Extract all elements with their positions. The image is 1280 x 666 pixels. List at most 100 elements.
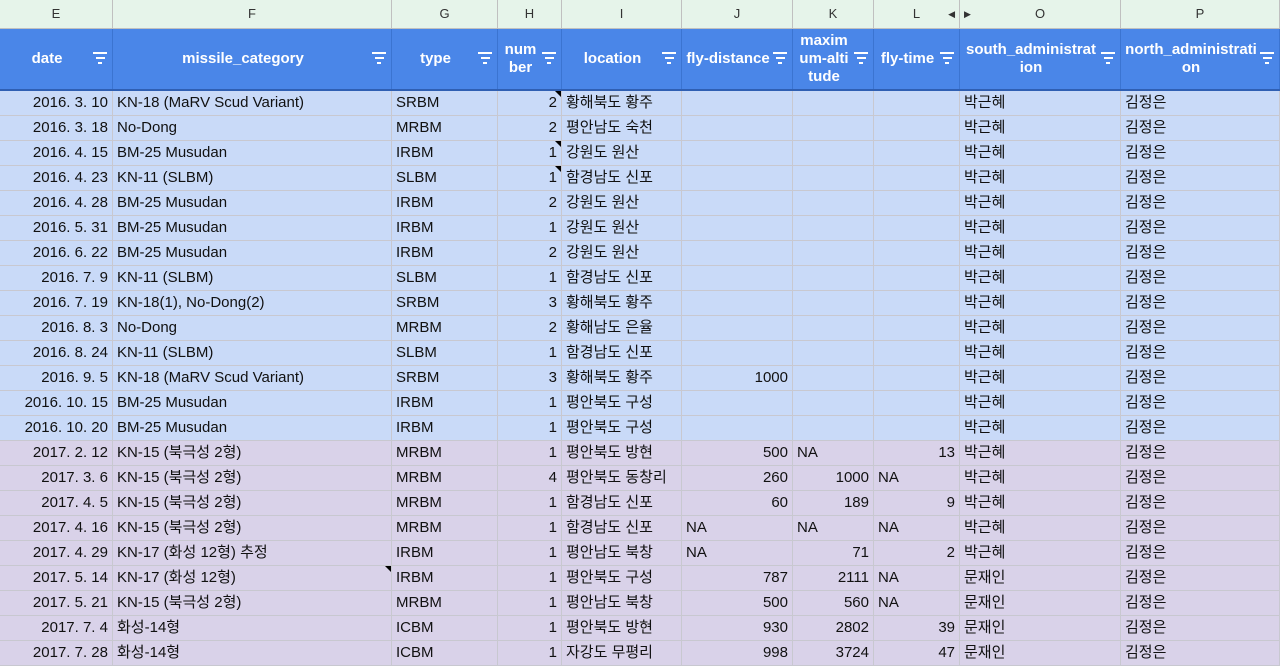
fly-time-cell[interactable]: [874, 391, 960, 415]
location-cell[interactable]: 강원도 원산: [562, 241, 682, 265]
north-administration-cell[interactable]: 김정은: [1121, 141, 1280, 165]
type-cell[interactable]: IRBM: [392, 566, 498, 590]
fly-time-cell[interactable]: [874, 91, 960, 115]
fly-time-cell[interactable]: [874, 291, 960, 315]
fly-time-cell[interactable]: 13: [874, 441, 960, 465]
missile-category-cell[interactable]: BM-25 Musudan: [113, 216, 392, 240]
number-cell[interactable]: 1: [498, 616, 562, 640]
north-administration-cell[interactable]: 김정은: [1121, 116, 1280, 140]
filter-icon[interactable]: [1101, 52, 1115, 64]
north-administration-cell[interactable]: 김정은: [1121, 166, 1280, 190]
location-cell[interactable]: 평안북도 방현: [562, 441, 682, 465]
south-administration-cell[interactable]: 박근혜: [960, 391, 1121, 415]
type-cell[interactable]: SLBM: [392, 166, 498, 190]
north-administration-cell[interactable]: 김정은: [1121, 341, 1280, 365]
fly-distance-cell[interactable]: [682, 266, 793, 290]
maximum-altitude-cell[interactable]: 71: [793, 541, 874, 565]
type-cell[interactable]: MRBM: [392, 441, 498, 465]
type-cell[interactable]: MRBM: [392, 516, 498, 540]
fly-time-cell[interactable]: [874, 191, 960, 215]
date-cell[interactable]: 2016. 10. 20: [0, 416, 113, 440]
fly-distance-cell[interactable]: [682, 316, 793, 340]
number-cell[interactable]: 2: [498, 191, 562, 215]
missile-category-cell[interactable]: 화성-14형: [113, 616, 392, 640]
fly-time-cell[interactable]: [874, 316, 960, 340]
number-cell[interactable]: 1: [498, 341, 562, 365]
header-south-administration[interactable]: south_administration: [960, 29, 1121, 89]
south-administration-cell[interactable]: 박근혜: [960, 116, 1121, 140]
location-cell[interactable]: 평안북도 방현: [562, 616, 682, 640]
date-cell[interactable]: 2016. 4. 28: [0, 191, 113, 215]
header-number[interactable]: number: [498, 29, 562, 89]
number-cell[interactable]: 1: [498, 391, 562, 415]
date-cell[interactable]: 2016. 6. 22: [0, 241, 113, 265]
missile-category-cell[interactable]: KN-18(1), No-Dong(2): [113, 291, 392, 315]
number-cell[interactable]: 2: [498, 241, 562, 265]
fly-time-cell[interactable]: 9: [874, 491, 960, 515]
fly-distance-cell[interactable]: [682, 391, 793, 415]
maximum-altitude-cell[interactable]: NA: [793, 441, 874, 465]
type-cell[interactable]: MRBM: [392, 116, 498, 140]
south-administration-cell[interactable]: 박근혜: [960, 241, 1121, 265]
date-cell[interactable]: 2016. 4. 15: [0, 141, 113, 165]
filter-icon[interactable]: [542, 52, 556, 64]
location-cell[interactable]: 자강도 무평리: [562, 641, 682, 665]
fly-time-cell[interactable]: 2: [874, 541, 960, 565]
date-cell[interactable]: 2017. 7. 4: [0, 616, 113, 640]
date-cell[interactable]: 2016. 8. 3: [0, 316, 113, 340]
maximum-altitude-cell[interactable]: [793, 316, 874, 340]
location-cell[interactable]: 함경남도 신포: [562, 166, 682, 190]
location-cell[interactable]: 평안북도 구성: [562, 416, 682, 440]
fly-distance-cell[interactable]: [682, 341, 793, 365]
column-letter-h[interactable]: H: [498, 0, 562, 28]
date-cell[interactable]: 2017. 5. 21: [0, 591, 113, 615]
hidden-columns-left-icon[interactable]: ◀: [948, 0, 955, 28]
maximum-altitude-cell[interactable]: 2802: [793, 616, 874, 640]
south-administration-cell[interactable]: 박근혜: [960, 166, 1121, 190]
maximum-altitude-cell[interactable]: [793, 191, 874, 215]
number-cell[interactable]: 1: [498, 566, 562, 590]
fly-distance-cell[interactable]: NA: [682, 516, 793, 540]
fly-distance-cell[interactable]: 998: [682, 641, 793, 665]
number-cell[interactable]: 1: [498, 441, 562, 465]
south-administration-cell[interactable]: 박근혜: [960, 266, 1121, 290]
location-cell[interactable]: 함경남도 신포: [562, 341, 682, 365]
fly-time-cell[interactable]: NA: [874, 466, 960, 490]
date-cell[interactable]: 2016. 4. 23: [0, 166, 113, 190]
type-cell[interactable]: IRBM: [392, 416, 498, 440]
filter-icon[interactable]: [662, 52, 676, 64]
missile-category-cell[interactable]: BM-25 Musudan: [113, 191, 392, 215]
column-letter-o[interactable]: O ▶: [960, 0, 1121, 28]
type-cell[interactable]: SLBM: [392, 341, 498, 365]
missile-category-cell[interactable]: KN-18 (MaRV Scud Variant): [113, 91, 392, 115]
fly-time-cell[interactable]: [874, 241, 960, 265]
fly-time-cell[interactable]: 47: [874, 641, 960, 665]
location-cell[interactable]: 황해북도 황주: [562, 91, 682, 115]
header-missile-category[interactable]: missile_category: [113, 29, 392, 89]
north-administration-cell[interactable]: 김정은: [1121, 641, 1280, 665]
fly-time-cell[interactable]: [874, 141, 960, 165]
south-administration-cell[interactable]: 박근혜: [960, 91, 1121, 115]
date-cell[interactable]: 2017. 2. 12: [0, 441, 113, 465]
fly-distance-cell[interactable]: [682, 191, 793, 215]
fly-time-cell[interactable]: [874, 266, 960, 290]
number-cell[interactable]: 1: [498, 416, 562, 440]
date-cell[interactable]: 2017. 7. 28: [0, 641, 113, 665]
missile-category-cell[interactable]: KN-15 (북극성 2형): [113, 491, 392, 515]
missile-category-cell[interactable]: KN-11 (SLBM): [113, 166, 392, 190]
column-letter-e[interactable]: E: [0, 0, 113, 28]
type-cell[interactable]: ICBM: [392, 641, 498, 665]
north-administration-cell[interactable]: 김정은: [1121, 391, 1280, 415]
fly-time-cell[interactable]: [874, 216, 960, 240]
location-cell[interactable]: 평안북도 구성: [562, 566, 682, 590]
date-cell[interactable]: 2017. 4. 5: [0, 491, 113, 515]
maximum-altitude-cell[interactable]: [793, 341, 874, 365]
type-cell[interactable]: SRBM: [392, 366, 498, 390]
location-cell[interactable]: 평안북도 구성: [562, 391, 682, 415]
type-cell[interactable]: ICBM: [392, 616, 498, 640]
north-administration-cell[interactable]: 김정은: [1121, 441, 1280, 465]
maximum-altitude-cell[interactable]: [793, 291, 874, 315]
fly-distance-cell[interactable]: [682, 166, 793, 190]
missile-category-cell[interactable]: KN-18 (MaRV Scud Variant): [113, 366, 392, 390]
south-administration-cell[interactable]: 문재인: [960, 566, 1121, 590]
